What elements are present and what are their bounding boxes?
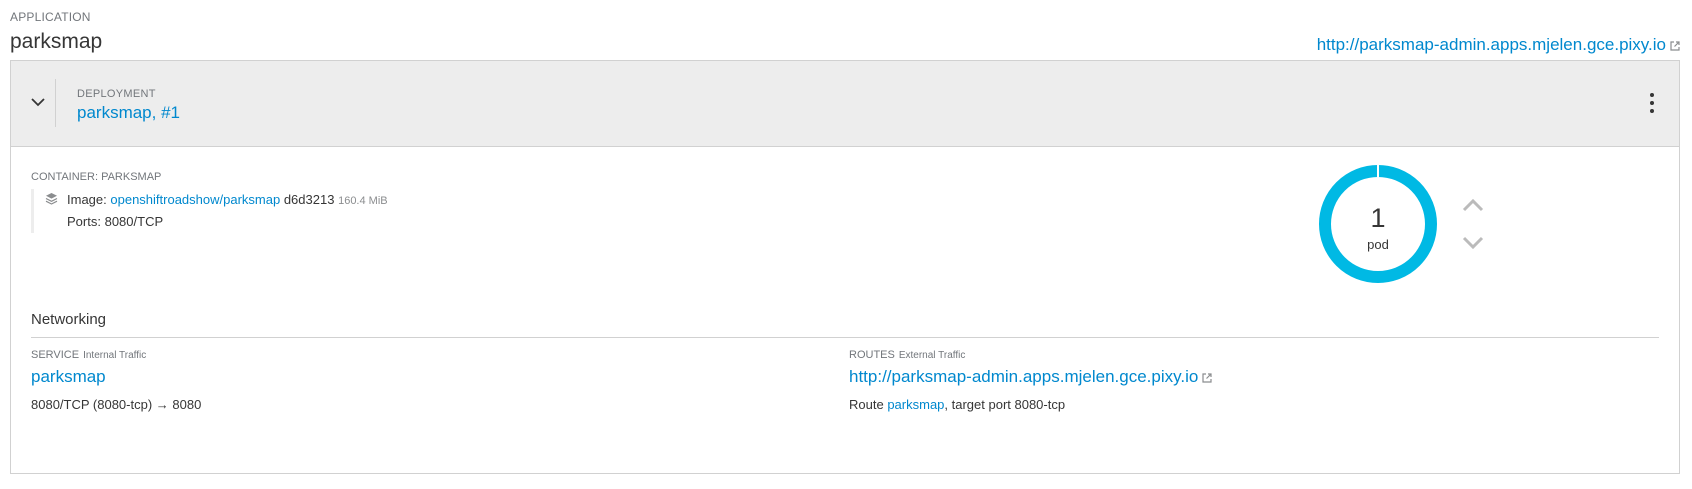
route-url-text: http://parksmap-admin.apps.mjelen.gce.pi… (849, 367, 1199, 386)
deployment-panel: DEPLOYMENT parksmap, #1 CONTAINER: PARKS… (10, 60, 1680, 474)
application-header: APPLICATION parksmap http://parksmap-adm… (10, 8, 1692, 54)
kebab-menu-icon[interactable] (1647, 93, 1657, 113)
image-label: Image: (67, 192, 107, 207)
container-details: Image: openshiftroadshow/parksmap d6d321… (31, 189, 454, 233)
scale-up-button[interactable] (1462, 198, 1484, 217)
service-target-port: 8080 (172, 397, 202, 412)
image-name-link[interactable]: openshiftroadshow/parksmap (110, 192, 280, 207)
pod-label: pod (1367, 237, 1389, 252)
route-target-text: , target port 8080-tcp (944, 397, 1066, 412)
external-link-icon (1670, 36, 1680, 56)
image-size: 160.4 MiB (338, 195, 388, 207)
ports-value: 8080/TCP (104, 214, 164, 229)
pod-count: 1 (1370, 203, 1386, 233)
route-prefix: Route (849, 397, 884, 412)
ports-label: Ports: (67, 214, 101, 229)
deployment-name-link[interactable]: parksmap, #1 (77, 103, 180, 123)
application-url-link[interactable]: http://parksmap-admin.apps.mjelen.gce.pi… (1317, 35, 1680, 56)
image-id: d6d3213 (283, 192, 335, 207)
external-link-icon (1202, 368, 1212, 388)
deployment-label: DEPLOYMENT (77, 88, 156, 100)
deployment-header: DEPLOYMENT parksmap, #1 (11, 61, 1679, 147)
header-divider (55, 79, 56, 127)
image-info: Image: openshiftroadshow/parksmap d6d321… (67, 192, 388, 207)
route-url-link[interactable]: http://parksmap-admin.apps.mjelen.gce.pi… (849, 367, 1212, 388)
container-label: CONTAINER: PARKSMAP (31, 171, 162, 183)
routes-sublabel: External Traffic (898, 350, 966, 361)
routes-label: ROUTES External Traffic (849, 349, 965, 361)
application-label: APPLICATION (10, 10, 91, 24)
service-port-mapping: 8080/TCP (8080-tcp) (31, 397, 153, 412)
networking-title: Networking (31, 311, 107, 328)
chevron-down-icon (1462, 236, 1484, 250)
pod-donut-chart[interactable]: 1 pod (1315, 161, 1441, 287)
route-name-link[interactable]: parksmap (887, 397, 944, 412)
route-description: Route parksmap, target port 8080-tcp (849, 397, 1065, 412)
networking-divider (31, 337, 1659, 338)
service-label-text: SERVICE (31, 349, 80, 361)
application-name: parksmap (10, 30, 103, 53)
arrow-right-icon: → (155, 397, 169, 412)
service-label: SERVICE Internal Traffic (31, 349, 146, 361)
routes-label-text: ROUTES (849, 349, 895, 361)
service-ports: 8080/TCP (8080-tcp) → 8080 (31, 397, 201, 412)
service-sublabel: Internal Traffic (83, 350, 147, 361)
collapse-toggle[interactable] (25, 89, 51, 115)
chevron-down-icon (31, 97, 45, 106)
scale-down-button[interactable] (1462, 236, 1484, 255)
ports-info: Ports: 8080/TCP (67, 214, 163, 229)
application-url-text: http://parksmap-admin.apps.mjelen.gce.pi… (1316, 35, 1666, 54)
service-name-link[interactable]: parksmap (31, 367, 106, 387)
image-layers-icon (45, 192, 58, 210)
chevron-up-icon (1462, 198, 1484, 212)
